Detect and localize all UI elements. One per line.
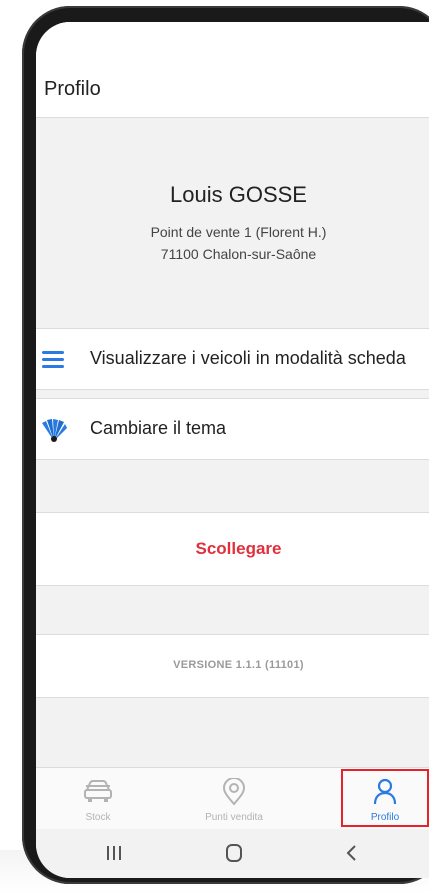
car-icon: [84, 780, 112, 802]
menu-item-label: Visualizzare i veicoli in modalità sched…: [90, 348, 406, 368]
disconnect-label: Scollegare: [195, 539, 282, 558]
user-name: Louis GOSSE: [170, 182, 307, 207]
app-screen: Profilo Louis GOSSE Point de vente 1 (Fl…: [36, 22, 429, 878]
home-icon: [226, 844, 242, 862]
location-pin-icon: [222, 778, 246, 806]
page-title: Profilo: [44, 78, 101, 100]
tab-label: Punti vendita: [205, 812, 263, 823]
menu-item-card-mode[interactable]: Visualizzare i veicoli in modalità sched…: [36, 328, 429, 390]
bottom-tab-bar: Stock Punti vendita Profilo: [36, 767, 429, 830]
tab-punti-vendita[interactable]: Punti vendita: [179, 768, 289, 830]
system-nav-bar: [36, 829, 429, 878]
palette-fan-icon: [40, 417, 67, 442]
store-city: 71100 Chalon-sur-Saône: [160, 246, 317, 262]
header-bar: Profilo: [36, 22, 429, 118]
recent-apps-button[interactable]: [94, 839, 134, 867]
store-name: Point de vente 1 (Florent H.): [150, 224, 327, 240]
profile-card: Louis GOSSE Point de vente 1 (Florent H.…: [36, 118, 429, 338]
hamburger-list-icon: [40, 347, 66, 371]
back-button[interactable]: [332, 839, 372, 867]
tab-label: Stock: [85, 812, 111, 823]
menu-item-label: Cambiare il tema: [90, 418, 227, 438]
tab-highlight-box: [341, 769, 429, 827]
back-chevron-icon: [346, 845, 356, 861]
version-panel: VERSIONE 1.1.1 (11101): [36, 634, 429, 698]
tab-stock[interactable]: Stock: [43, 768, 153, 830]
home-button[interactable]: [214, 839, 254, 867]
version-label: VERSIONE 1.1.1 (11101): [173, 659, 304, 671]
menu-item-change-theme[interactable]: Cambiare il tema: [36, 398, 429, 460]
disconnect-button[interactable]: Scollegare: [36, 512, 429, 586]
recent-apps-icon: [107, 846, 121, 860]
